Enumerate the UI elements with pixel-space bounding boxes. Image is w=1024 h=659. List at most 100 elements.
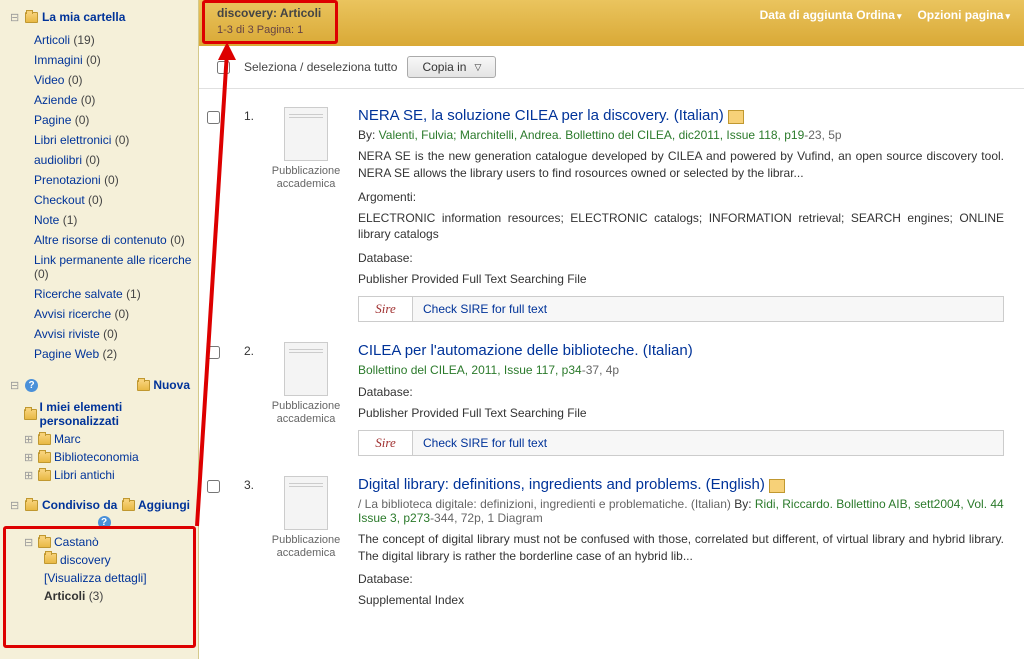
results-list: 1. Pubblicazione accademica NERA SE, la … (199, 89, 1024, 659)
sidebar-item[interactable]: Avvisi ricerche (34, 307, 111, 321)
page-options-dropdown[interactable]: Opzioni pagina▾ (917, 8, 1010, 22)
tree-item[interactable]: Biblioteconomia (54, 450, 139, 464)
thumb-label: Pubblicazione accademica (270, 534, 342, 560)
document-icon (284, 476, 328, 530)
breadcrumb: discovery: Articoli (217, 6, 321, 20)
folder-icon (38, 470, 51, 481)
result-number: 1. (236, 107, 254, 322)
sire-fulltext-link[interactable]: Check SIRE for full text (413, 302, 547, 316)
document-icon (284, 342, 328, 396)
chevron-down-icon: ▽ (474, 62, 481, 73)
author-link[interactable]: Ridi, Riccardo (755, 497, 830, 511)
help-icon[interactable]: ? (98, 516, 111, 529)
folder-icon (38, 452, 51, 463)
collapse-icon[interactable]: ⊟ (24, 536, 35, 549)
collapse-icon[interactable]: ⊟ (10, 379, 21, 392)
page-info: 1-3 di 3 Pagina: 1 (217, 24, 321, 36)
add-link[interactable]: Aggiungi (122, 498, 190, 512)
result-item: 2. Pubblicazione accademica CILEA per l'… (207, 332, 1004, 456)
expand-icon[interactable]: ⊞ (24, 451, 35, 464)
sire-logo-icon: Sire (359, 431, 413, 455)
main: discovery: Articoli 1-3 di 3 Pagina: 1 D… (199, 0, 1024, 659)
folder-shared[interactable]: ⊟ Condiviso da Aggiungi (10, 498, 198, 512)
shared-label[interactable]: Condiviso da (42, 498, 117, 512)
author-link[interactable]: Valenti, Fulvia; Marchitelli, Andrea (379, 128, 559, 142)
sort-dropdown[interactable]: Data di aggiunta Ordina▾ (760, 8, 902, 22)
sidebar-item[interactable]: Articoli (34, 33, 70, 47)
new-link[interactable]: Nuova (137, 378, 190, 392)
help-icon[interactable]: ? (25, 379, 38, 392)
fulltext-icon[interactable] (769, 479, 785, 493)
tree-item-castano[interactable]: Castanò (54, 535, 99, 549)
thumb-label: Pubblicazione accademica (270, 165, 342, 191)
expand-icon[interactable]: ⊞ (24, 469, 35, 482)
topbar: discovery: Articoli 1-3 di 3 Pagina: 1 D… (199, 0, 1024, 46)
result-checkbox[interactable] (207, 346, 220, 359)
result-number: 2. (236, 342, 254, 456)
sidebar-folder-list: Articoli (19) Immagini (0) Video (0) Azi… (10, 30, 198, 364)
sire-logo-icon: Sire (359, 297, 413, 321)
sidebar-item[interactable]: Pagine Web (34, 347, 99, 361)
view-details-link[interactable]: Visualizza dettagli (47, 571, 143, 585)
document-icon (284, 107, 328, 161)
abstract: The concept of digital library must not … (358, 531, 1004, 565)
db-label: Database: (358, 385, 1004, 399)
collapse-icon[interactable]: ⊟ (10, 499, 21, 512)
my-folder-label[interactable]: La mia cartella (42, 10, 125, 24)
my-custom-label[interactable]: I miei elementi personalizzati (40, 400, 198, 428)
result-number: 3. (236, 476, 254, 609)
abstract: NERA SE is the new generation catalogue … (358, 148, 1004, 182)
subjects-label: Argomenti: (358, 190, 1004, 204)
folder-icon (38, 537, 51, 548)
db-label: Database: (358, 572, 1004, 586)
db-label: Database: (358, 251, 1004, 265)
tree-item[interactable]: Libri antichi (54, 468, 115, 482)
folder-icon (25, 12, 38, 23)
tree-item-discovery[interactable]: discovery (60, 553, 111, 567)
sidebar-item[interactable]: Avvisi riviste (34, 327, 100, 341)
expand-icon[interactable]: ⊞ (24, 433, 35, 446)
sidebar-item[interactable]: Ricerche salvate (34, 287, 123, 301)
sire-row: Sire Check SIRE for full text (358, 296, 1004, 322)
chevron-down-icon: ▾ (897, 11, 902, 21)
sidebar-item[interactable]: Checkout (34, 193, 85, 207)
sidebar-item[interactable]: Pagine (34, 113, 71, 127)
folder-icon (38, 434, 51, 445)
result-item: 3. Pubblicazione accademica Digital libr… (207, 466, 1004, 609)
select-all-label: Seleziona / deseleziona tutto (244, 60, 397, 74)
sidebar-item[interactable]: Note (34, 213, 59, 227)
sidebar: ⊟ La mia cartella Articoli (19) Immagini… (0, 0, 199, 659)
db-value: Supplemental Index (358, 592, 1004, 609)
sire-row: Sire Check SIRE for full text (358, 430, 1004, 456)
tree-item[interactable]: Marc (54, 432, 81, 446)
sidebar-item[interactable]: Video (34, 73, 64, 87)
sidebar-item[interactable]: audiolibri (34, 153, 82, 167)
result-checkbox[interactable] (207, 480, 220, 493)
db-value: Publisher Provided Full Text Searching F… (358, 405, 1004, 422)
folder-icon (24, 409, 37, 420)
sidebar-item[interactable]: Immagini (34, 53, 83, 67)
thumb-label: Pubblicazione accademica (270, 400, 342, 426)
sidebar-item[interactable]: Link permanente alle ricerche (34, 253, 191, 267)
folder-my-folder[interactable]: ⊟ La mia cartella (10, 10, 198, 24)
folder-custom[interactable]: ⊟ ? Nuova (10, 378, 198, 392)
result-title-link[interactable]: CILEA per l'automazione delle bibliotech… (358, 342, 693, 359)
select-all-checkbox[interactable] (217, 61, 230, 74)
folder-icon (44, 553, 57, 564)
sidebar-item[interactable]: Aziende (34, 93, 77, 107)
tree-item-articoli[interactable]: Articoli (44, 589, 85, 603)
sidebar-item[interactable]: Libri elettronici (34, 133, 111, 147)
result-item: 1. Pubblicazione accademica NERA SE, la … (207, 97, 1004, 322)
sidebar-item[interactable]: Prenotazioni (34, 173, 101, 187)
result-checkbox[interactable] (207, 111, 220, 124)
result-title-link[interactable]: Digital library: definitions, ingredient… (358, 476, 765, 493)
copy-in-button[interactable]: Copia in▽ (407, 56, 496, 78)
sire-fulltext-link[interactable]: Check SIRE for full text (413, 436, 547, 450)
fulltext-icon[interactable] (728, 110, 744, 124)
collapse-icon[interactable]: ⊟ (10, 11, 21, 24)
toolbar: Seleziona / deseleziona tutto Copia in▽ (199, 46, 1024, 89)
chevron-down-icon: ▾ (1005, 11, 1010, 21)
sidebar-item[interactable]: Altre risorse di contenuto (34, 233, 167, 247)
result-title-link[interactable]: NERA SE, la soluzione CILEA per la disco… (358, 107, 724, 124)
folder-icon (25, 500, 38, 511)
